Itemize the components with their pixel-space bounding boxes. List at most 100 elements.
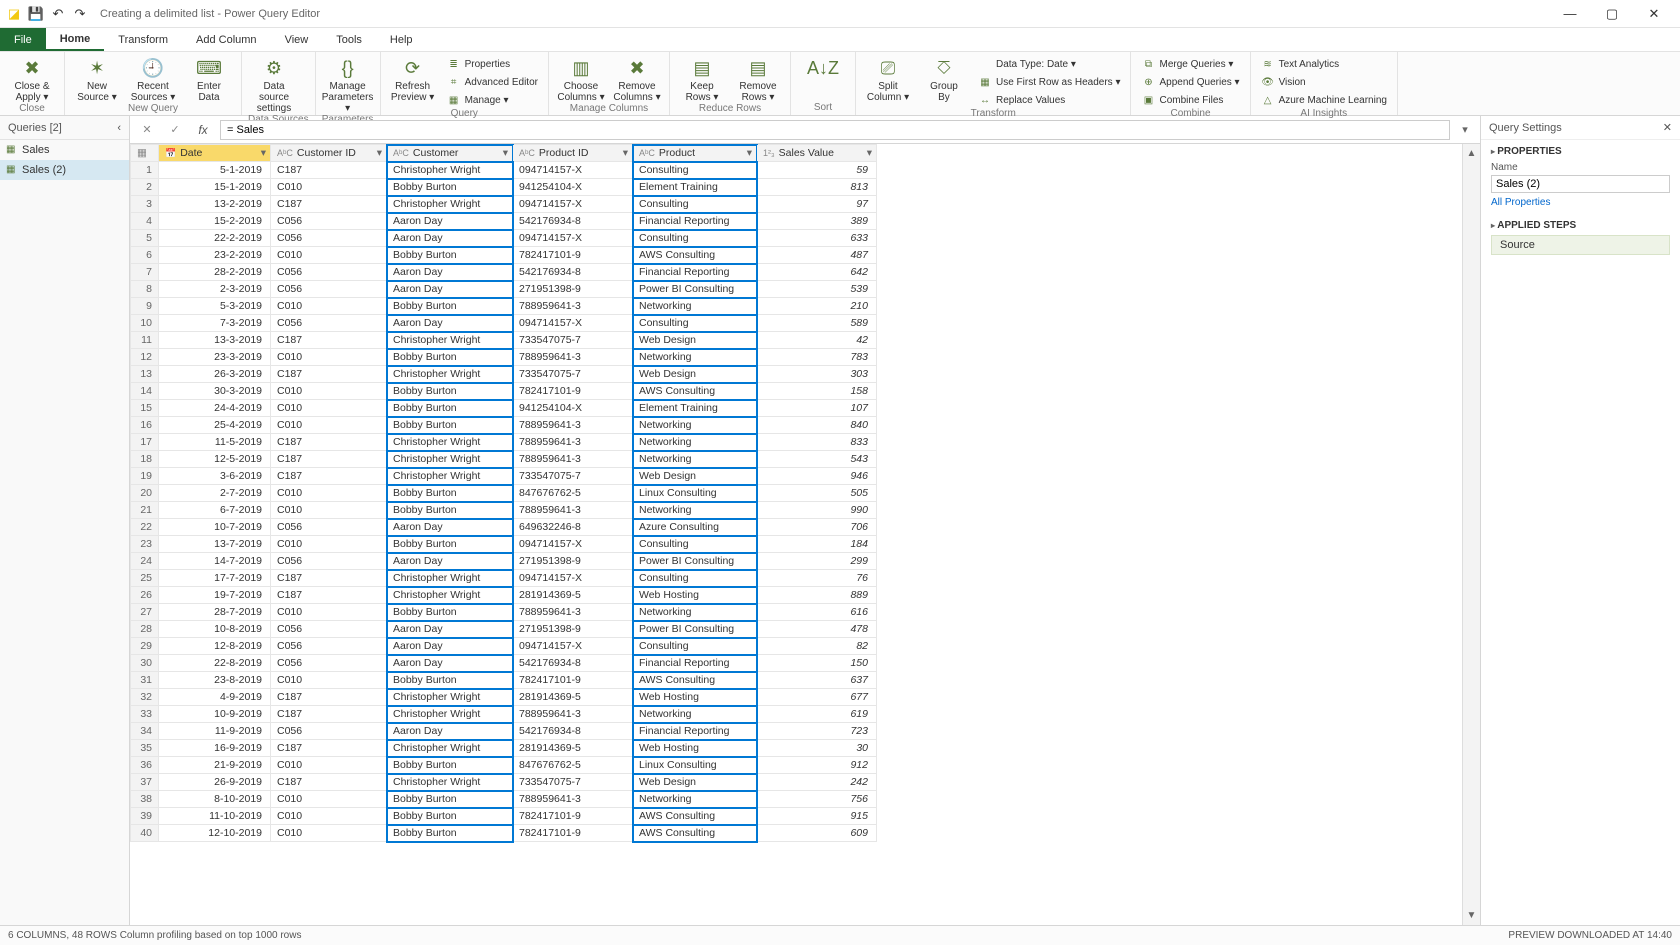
row-number[interactable]: 19 <box>131 468 159 485</box>
cell[interactable]: Element Training <box>633 179 757 196</box>
cell[interactable]: C187 <box>271 774 387 791</box>
table-row[interactable]: 2414-7-2019C056Aaron Day271951398-9Power… <box>131 553 877 570</box>
row-number[interactable]: 11 <box>131 332 159 349</box>
ribbon-button[interactable]: ⎏GroupBy <box>918 54 970 103</box>
table-row[interactable]: 3411-9-2019C056Aaron Day542176934-8Finan… <box>131 723 877 740</box>
cell[interactable]: C187 <box>271 587 387 604</box>
table-row[interactable]: 2619-7-2019C187Christopher Wright2819143… <box>131 587 877 604</box>
tab-tools[interactable]: Tools <box>322 28 376 51</box>
cell[interactable]: Financial Reporting <box>633 723 757 740</box>
cell[interactable]: 788959641-3 <box>513 349 633 366</box>
cell[interactable]: Bobby Burton <box>387 400 513 417</box>
row-number[interactable]: 4 <box>131 213 159 230</box>
cell[interactable]: Bobby Burton <box>387 383 513 400</box>
cell[interactable]: 16-9-2019 <box>159 740 271 757</box>
row-number[interactable]: 15 <box>131 400 159 417</box>
cell[interactable]: Web Hosting <box>633 740 757 757</box>
row-number[interactable]: 33 <box>131 706 159 723</box>
cell[interactable]: 4-9-2019 <box>159 689 271 706</box>
cell[interactable]: 706 <box>757 519 877 536</box>
cell[interactable]: 619 <box>757 706 877 723</box>
cell[interactable]: Christopher Wright <box>387 689 513 706</box>
ribbon-button[interactable]: ⌨EnterData <box>183 54 235 103</box>
cell[interactable]: AWS Consulting <box>633 825 757 842</box>
table-row[interactable]: 82-3-2019C056Aaron Day271951398-9Power B… <box>131 281 877 298</box>
cell[interactable]: C187 <box>271 570 387 587</box>
table-row[interactable]: 3516-9-2019C187Christopher Wright2819143… <box>131 740 877 757</box>
cell[interactable]: C187 <box>271 366 387 383</box>
redo-icon[interactable]: ↷ <box>72 6 88 22</box>
cell[interactable]: C010 <box>271 179 387 196</box>
cell[interactable]: 10-9-2019 <box>159 706 271 723</box>
cell[interactable]: C056 <box>271 281 387 298</box>
table-row[interactable]: 522-2-2019C056Aaron Day094714157-XConsul… <box>131 230 877 247</box>
cell[interactable]: Christopher Wright <box>387 587 513 604</box>
table-row[interactable]: 193-6-2019C187Christopher Wright73354707… <box>131 468 877 485</box>
cell[interactable]: C056 <box>271 519 387 536</box>
cell[interactable]: 76 <box>757 570 877 587</box>
cell[interactable]: 2-3-2019 <box>159 281 271 298</box>
column-filter-icon[interactable]: ▾ <box>503 147 508 159</box>
row-number[interactable]: 26 <box>131 587 159 604</box>
query-item[interactable]: Sales (2) <box>0 160 129 180</box>
cell[interactable]: Bobby Burton <box>387 349 513 366</box>
cell[interactable]: 609 <box>757 825 877 842</box>
cell[interactable]: 158 <box>757 383 877 400</box>
cell[interactable]: Web Design <box>633 468 757 485</box>
ribbon-small-button[interactable]: ↔Replace Values <box>974 92 1125 108</box>
cell[interactable]: Aaron Day <box>387 213 513 230</box>
cell[interactable]: Bobby Burton <box>387 791 513 808</box>
tab-help[interactable]: Help <box>376 28 427 51</box>
cell[interactable]: Networking <box>633 791 757 808</box>
cell[interactable]: Bobby Burton <box>387 485 513 502</box>
cell[interactable]: 847676762-5 <box>513 485 633 502</box>
cell[interactable]: 19-7-2019 <box>159 587 271 604</box>
cell[interactable]: C187 <box>271 451 387 468</box>
ribbon-button[interactable]: 🕘RecentSources ▾ <box>127 54 179 103</box>
table-row[interactable]: 107-3-2019C056Aaron Day094714157-XConsul… <box>131 315 877 332</box>
cell[interactable]: 97 <box>757 196 877 213</box>
cell[interactable]: Azure Consulting <box>633 519 757 536</box>
table-row[interactable]: 1812-5-2019C187Christopher Wright7889596… <box>131 451 877 468</box>
cell[interactable]: 915 <box>757 808 877 825</box>
cell[interactable]: 242 <box>757 774 877 791</box>
cell[interactable]: C010 <box>271 349 387 366</box>
cell[interactable]: 13-3-2019 <box>159 332 271 349</box>
cell[interactable]: Christopher Wright <box>387 740 513 757</box>
cell[interactable]: 17-7-2019 <box>159 570 271 587</box>
ribbon-button[interactable]: ✖Close &Apply ▾ <box>6 54 58 103</box>
scroll-up-icon[interactable]: ▲ <box>1467 148 1477 159</box>
cell[interactable]: C056 <box>271 655 387 672</box>
row-number[interactable]: 7 <box>131 264 159 281</box>
cell[interactable]: 542176934-8 <box>513 264 633 281</box>
cell[interactable]: 271951398-9 <box>513 281 633 298</box>
cell[interactable]: 59 <box>757 162 877 179</box>
cell[interactable]: Networking <box>633 298 757 315</box>
cell[interactable]: 26-9-2019 <box>159 774 271 791</box>
cell[interactable]: 30 <box>757 740 877 757</box>
row-number[interactable]: 1 <box>131 162 159 179</box>
cell[interactable]: Consulting <box>633 162 757 179</box>
row-number[interactable]: 5 <box>131 230 159 247</box>
cell[interactable]: Financial Reporting <box>633 213 757 230</box>
cell[interactable]: 616 <box>757 604 877 621</box>
cell[interactable]: Bobby Burton <box>387 298 513 315</box>
undo-icon[interactable]: ↶ <box>50 6 66 22</box>
cell[interactable]: C187 <box>271 689 387 706</box>
row-number[interactable]: 28 <box>131 621 159 638</box>
cell[interactable]: Web Hosting <box>633 587 757 604</box>
table-icon[interactable]: ▦ <box>137 147 147 159</box>
table-row[interactable]: 2728-7-2019C010Bobby Burton788959641-3Ne… <box>131 604 877 621</box>
cell[interactable]: 833 <box>757 434 877 451</box>
cell[interactable]: Element Training <box>633 400 757 417</box>
row-number[interactable]: 16 <box>131 417 159 434</box>
cell[interactable]: 783 <box>757 349 877 366</box>
table-row[interactable]: 623-2-2019C010Bobby Burton782417101-9AWS… <box>131 247 877 264</box>
ribbon-small-button[interactable]: ▦Manage ▾ <box>443 92 542 108</box>
cell[interactable]: 26-3-2019 <box>159 366 271 383</box>
cell[interactable]: 912 <box>757 757 877 774</box>
cell[interactable]: 788959641-3 <box>513 706 633 723</box>
cell[interactable]: 788959641-3 <box>513 451 633 468</box>
table-row[interactable]: 2810-8-2019C056Aaron Day271951398-9Power… <box>131 621 877 638</box>
cell[interactable]: 633 <box>757 230 877 247</box>
